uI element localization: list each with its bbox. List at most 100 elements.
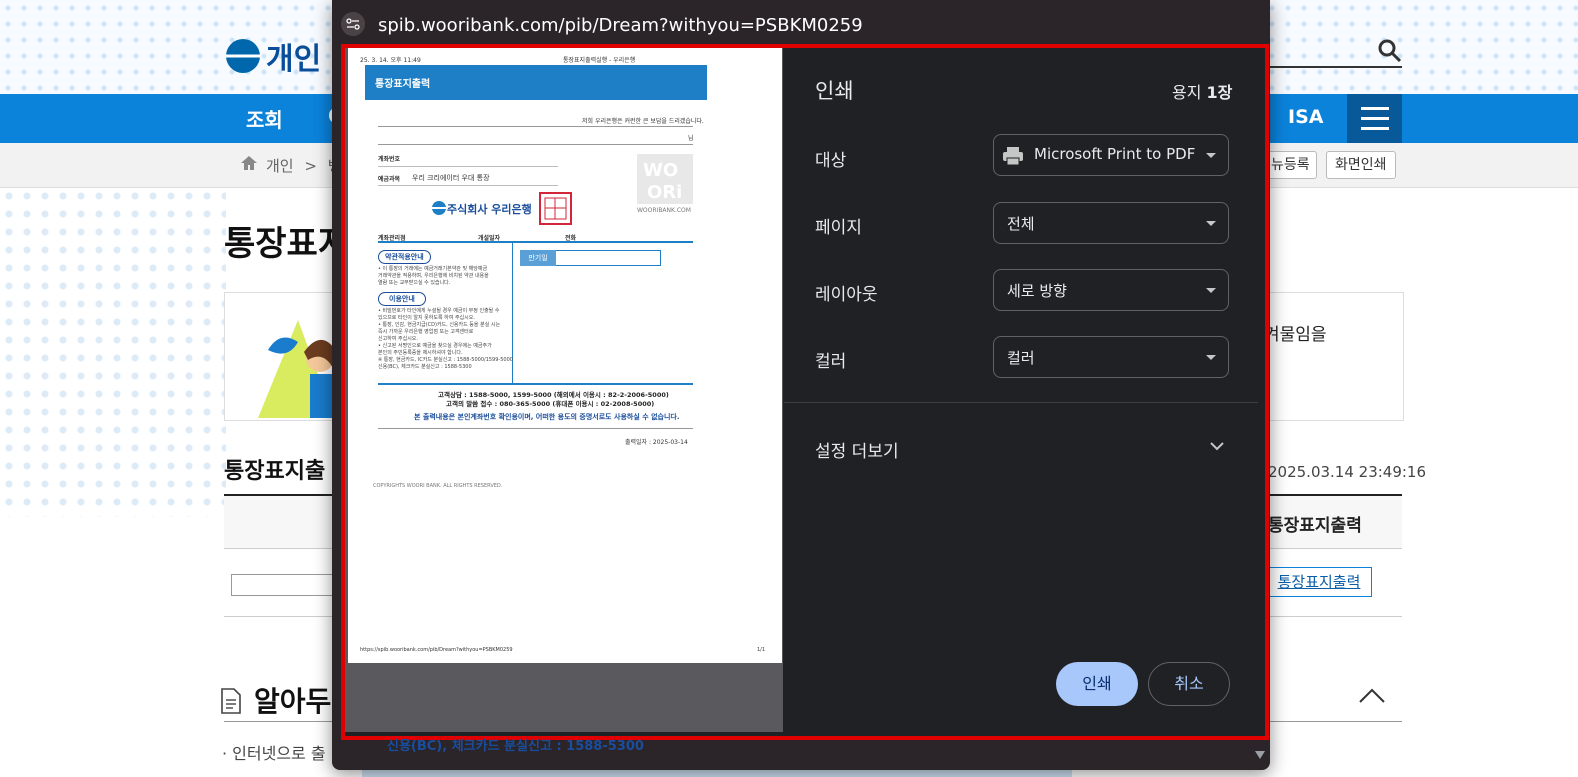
bank-seal-stamp (539, 192, 572, 225)
settings-divider (784, 402, 1258, 403)
svg-text:ORi: ORi (647, 182, 682, 203)
woori-logo[interactable]: 개인 (226, 34, 321, 78)
woori-watermark-logo: WO ORi (637, 154, 693, 204)
chevron-down-icon (1206, 288, 1216, 293)
section-title: 통장표지출 (224, 459, 326, 484)
sheet-count-value: 1장 (1206, 83, 1233, 102)
decorative-dots (0, 187, 226, 517)
preview-print-date: 출력일자 : 2025-03-14 (625, 439, 688, 446)
preview-usage-line: • 비밀번호가 타인에게 누설될 경우 예금이 부정 인출될 수 (378, 308, 500, 314)
preview-terms-line: 열람 또는 교부받으실 수 있습니다. (378, 280, 451, 286)
preview-contact-2: 고객의 말씀 접수 : 080-365-5000 (휴대폰 이용시 : 02-2… (446, 400, 655, 408)
destination-label: 대상 (815, 151, 847, 171)
pages-value: 전체 (1007, 215, 1035, 233)
preview-product-value: 우리 크리에이터 우대 통장 (412, 174, 490, 182)
breadcrumb-separator: > (304, 157, 317, 175)
preview-header-title: 통장표지출력실행 - 우리은행 (563, 57, 636, 64)
preview-bank-name: 주식회사 우리은행 (447, 203, 532, 216)
card-loss-notice: 신용(BC), 체크카드 분실신고 : 1588-5300 (387, 739, 644, 754)
preview-usage-line: 즉시 가까운 우리은행 영업점 또는 고객센터로 (378, 329, 474, 335)
preview-watermark-brand: WOORIBANK.COM (637, 207, 691, 214)
banner-illustration (258, 320, 334, 418)
preview-usage-line: • 신고된 서명인으로 예금을 찾으실 경우에는 예금주가 (378, 343, 492, 349)
pages-label: 페이지 (815, 218, 862, 238)
printer-icon (1003, 147, 1023, 166)
preview-terms-text: • 이 통장의 거래에는 예금거래기본약관 및 해당예금 거래약관을 적용하며,… (378, 266, 489, 287)
preview-account-label: 계좌번호 (378, 156, 401, 163)
layout-label: 레이아웃 (815, 285, 878, 305)
notice-bullet: · 인터넷으로 출 (222, 744, 326, 763)
search-underline (1262, 66, 1402, 68)
url-text[interactable]: spib.wooribank.com/pib/Dream?withyou=PSB… (378, 15, 863, 36)
preview-disclaimer: 본 출력내용은 본인계좌번호 확인용이며, 어떠한 용도의 증명서로도 사용하실… (414, 413, 680, 421)
page-title: 통장표지 (224, 224, 350, 264)
woori-bank-icon (432, 201, 446, 215)
preview-divider (378, 144, 693, 145)
preview-product-label: 예금과목 (378, 176, 401, 183)
sheet-count: 용지 1장 (1172, 79, 1232, 103)
color-value: 컬러 (1007, 349, 1035, 367)
nav-item-inquiry[interactable]: 조회 (246, 104, 283, 133)
banner-text: 겨물임을 (1264, 325, 1327, 345)
preview-terms-pill: 약관적용안내 (378, 250, 431, 264)
preview-usage-line: ※ 통장, 현금카드, IC카드 분실신고 : 1588-5000/1599-5… (378, 357, 513, 363)
woori-logo-icon (226, 39, 260, 73)
passbook-print-link[interactable]: 통장표지출력 (1266, 567, 1372, 597)
destination-select[interactable]: Microsoft Print to PDF (993, 134, 1229, 176)
preview-divider (378, 166, 558, 167)
layout-select[interactable]: 세로 방향 (993, 269, 1229, 311)
print-preview-page: 25. 3. 14. 오후 11:49 통장표지출력실행 - 우리은행 통장표지… (348, 48, 782, 663)
menu-register-button[interactable]: 뉴등록 (1264, 151, 1317, 179)
chevron-down-icon (1206, 153, 1216, 158)
nav-item-isa[interactable]: ISA (1288, 106, 1323, 128)
preview-terms-line: 거래약관을 적용하며, 우리은행에 비치된 약관 내용을 (378, 273, 489, 279)
color-select[interactable]: 컬러 (993, 336, 1229, 378)
scroll-down-arrow-icon[interactable] (1254, 750, 1266, 760)
preview-footer-page: 1/1 (757, 647, 766, 653)
chevron-up-icon[interactable] (1358, 686, 1386, 704)
table-header-cell: 통장표지출력 (1268, 516, 1362, 536)
screen-print-button[interactable]: 화면인쇄 (1326, 151, 1396, 179)
preview-honorific: 님 (688, 135, 694, 142)
breadcrumb-home[interactable]: 개인 (266, 157, 294, 175)
sheet-count-prefix: 용지 (1172, 83, 1202, 102)
timestamp: 2025.03.14 23:49:16 (1268, 463, 1427, 481)
preview-divider (378, 241, 693, 243)
chevron-down-icon (1206, 221, 1216, 226)
document-icon (221, 688, 241, 714)
pages-select[interactable]: 전체 (993, 202, 1229, 244)
svg-text:WO: WO (643, 160, 678, 181)
notice-title: 알아두 (254, 685, 332, 718)
account-input[interactable] (231, 574, 333, 596)
preview-copyright: COPYRIGHTS WOORI BANK. ALL RIGHTS RESERV… (373, 483, 503, 489)
preview-usage-line: 신용(BC), 체크카드 분실신고 : 1588-5300 (378, 364, 472, 370)
print-button[interactable]: 인쇄 (1056, 662, 1138, 706)
color-label: 컬러 (815, 352, 847, 372)
preview-usage-text: • 비밀번호가 타인에게 누설될 경우 예금이 부정 인출될 수 있으므로 타인… (378, 308, 513, 371)
preview-maturity-label: 만기일 (520, 250, 556, 266)
preview-terms-line: • 이 통장의 거래에는 예금거래기본약관 및 해당예금 (378, 266, 488, 272)
breadcrumb: 개인 > 뱅 (266, 155, 342, 176)
preview-footer-url: https://spib.wooribank.com/pib/Dream?wit… (360, 647, 513, 653)
hamburger-menu-icon[interactable] (1347, 94, 1402, 143)
home-icon[interactable] (240, 155, 258, 171)
preview-divider (378, 185, 558, 186)
preview-greeting: 저희 우리은행은 커런한 큰 보답을 드리겠습니다. (582, 118, 704, 125)
site-settings-icon[interactable] (341, 12, 365, 36)
preview-usage-line: • 통장, 인감, 현금지급(CD)카드, 신용카드 등을 분실 시는 (378, 322, 501, 328)
preview-title: 통장표지출력 (375, 79, 431, 90)
destination-value: Microsoft Print to PDF (1034, 145, 1196, 163)
preview-usage-line: 신고하여 주십시오. (378, 336, 418, 342)
cancel-button[interactable]: 취소 (1148, 662, 1230, 706)
chevron-down-icon[interactable] (1209, 440, 1225, 452)
layout-value: 세로 방향 (1007, 282, 1067, 300)
preview-divider (378, 383, 693, 385)
preview-usage-line: 있으므로 타인이 알지 못하도록 하여 주십시오. (378, 315, 475, 321)
more-settings-toggle[interactable]: 설정 더보기 (815, 437, 899, 462)
preview-header-datetime: 25. 3. 14. 오후 11:49 (360, 57, 421, 64)
search-icon[interactable] (1377, 38, 1403, 64)
preview-usage-pill: 이용안내 (378, 292, 426, 306)
logo-text: 개인 (266, 42, 322, 77)
preview-usage-line: 본인의 주민등록증을 제시하셔야 합니다. (378, 350, 463, 356)
preview-divider (378, 126, 693, 127)
